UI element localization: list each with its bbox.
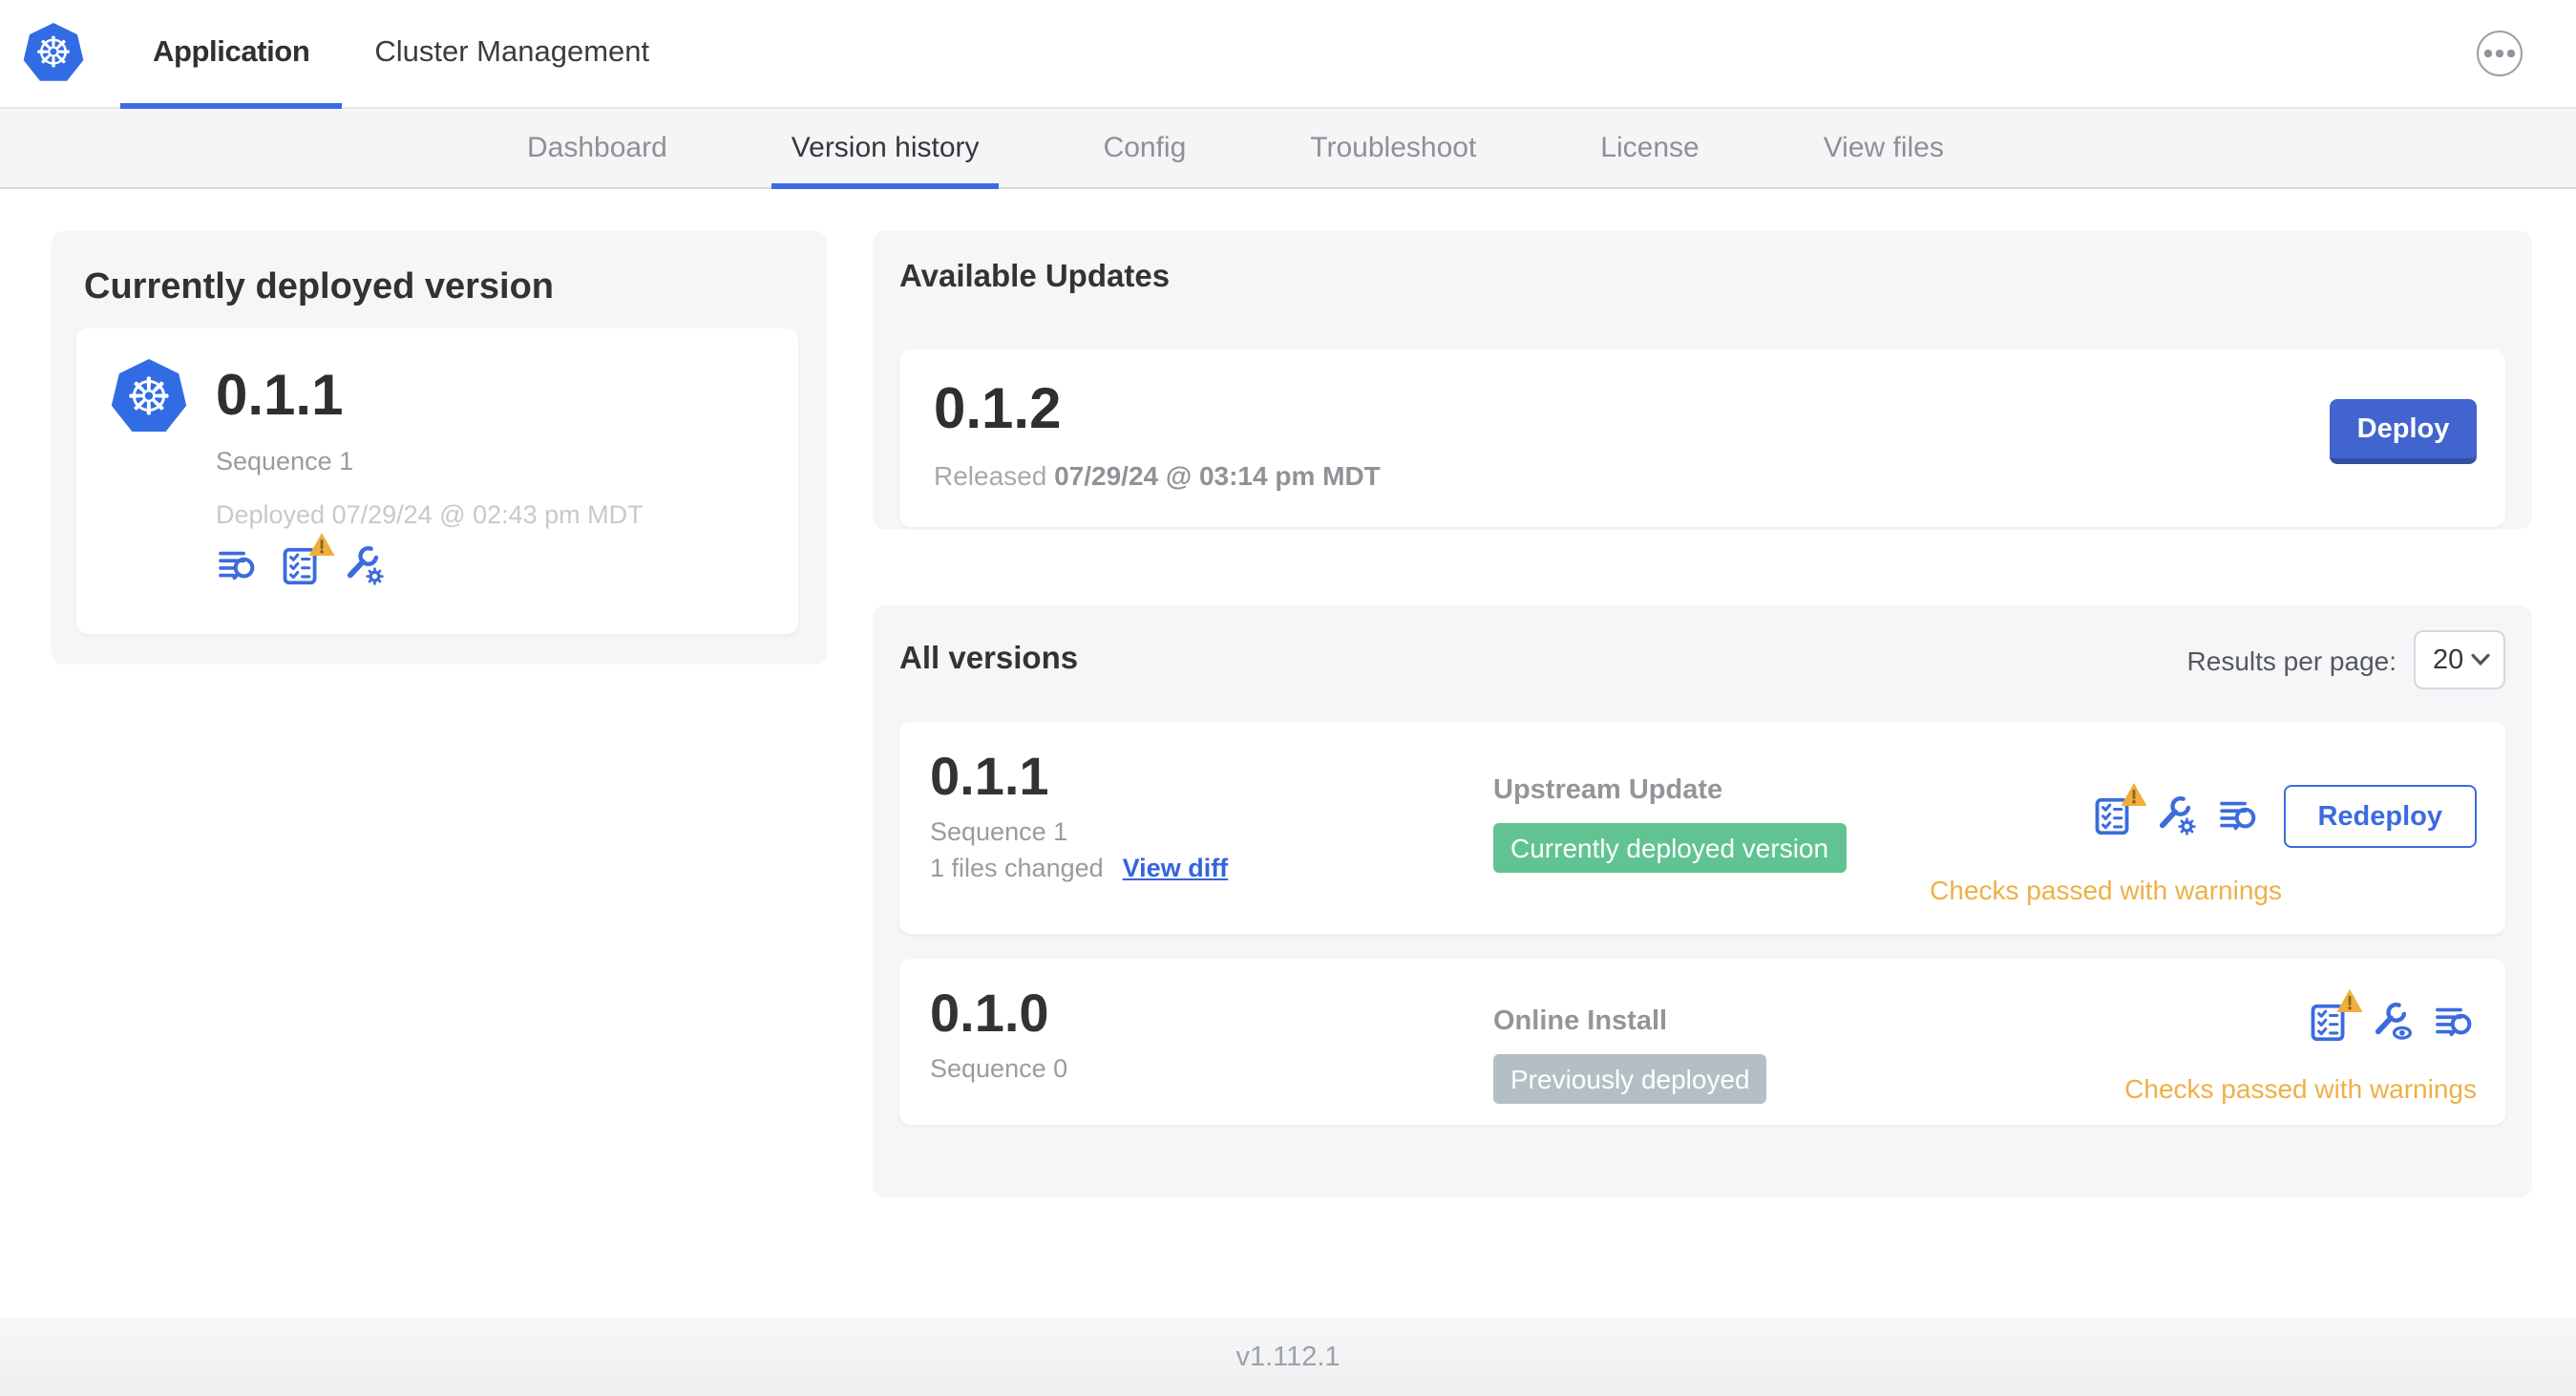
subnav-item-license[interactable]: License [1581, 109, 1718, 187]
all-versions-panel: All versions Results per page: 20 0.1.1 … [873, 605, 2532, 1197]
currently-deployed-badge: Currently deployed version [1493, 823, 1847, 873]
update-released-timestamp: Released 07/29/24 @ 03:14 pm MDT [934, 460, 1381, 491]
row-sequence: Sequence 0 [930, 1054, 1068, 1083]
view-diff-link[interactable]: View diff [1123, 854, 1229, 882]
current-version-number: 0.1.1 [216, 365, 344, 428]
warning-triangle-icon [2336, 989, 2363, 1012]
kubernetes-logo-icon: ☸ [23, 23, 84, 81]
redeploy-button[interactable]: Redeploy [2283, 785, 2477, 848]
app-footer: v1.112.1 [0, 1318, 2576, 1396]
row-version-number: 0.1.0 [930, 984, 1049, 1043]
app-root: ☸ Application Cluster Management Dashboa… [0, 0, 2576, 1396]
row-sequence: Sequence 1 [930, 817, 1068, 846]
warning-triangle-icon [308, 533, 335, 556]
subnav-item-view-files[interactable]: View files [1805, 109, 1963, 187]
config-view-icon[interactable] [2370, 1001, 2414, 1045]
release-notes-icon[interactable] [2216, 794, 2260, 838]
previously-deployed-badge: Previously deployed [1493, 1054, 1767, 1104]
row-source-label: Online Install [1493, 1006, 1668, 1037]
app-icon: ☸ [111, 359, 187, 432]
row-files-changed: 1 files changed View diff [930, 854, 1229, 882]
preflight-checks-warning-icon[interactable] [279, 533, 335, 588]
subnav-item-version-history[interactable]: Version history [771, 109, 1000, 189]
available-update-row: 0.1.2 Released 07/29/24 @ 03:14 pm MDT D… [899, 349, 2505, 527]
update-version-number: 0.1.2 [934, 378, 1062, 441]
preflight-status-text: Checks passed with warnings [1930, 875, 2282, 905]
ellipsis-icon [2484, 50, 2492, 57]
available-updates-title: Available Updates [899, 260, 1171, 294]
version-row-0-1-0: 0.1.0 Sequence 0 Online Install Previous… [899, 959, 2505, 1125]
results-per-page-select[interactable]: 20 [2414, 630, 2505, 689]
currently-deployed-title: Currently deployed version [84, 267, 555, 307]
version-row-0-1-1: 0.1.1 Sequence 1 1 files changed View dif… [899, 722, 2505, 934]
chevron-down-icon [2471, 653, 2490, 666]
subnav-item-dashboard[interactable]: Dashboard [508, 109, 686, 187]
row-version-number: 0.1.1 [930, 747, 1049, 806]
release-notes-icon[interactable] [216, 544, 260, 588]
preflight-checks-warning-icon[interactable] [2090, 783, 2146, 838]
release-notes-icon[interactable] [2433, 1001, 2477, 1045]
currently-deployed-card: ☸ 0.1.1 Sequence 1 Deployed 07/29/24 @ 0… [76, 328, 798, 634]
deploy-button[interactable]: Deploy [2330, 399, 2477, 464]
top-header: ☸ Application Cluster Management [0, 0, 2576, 109]
tab-application[interactable]: Application [120, 0, 343, 109]
row-source-label: Upstream Update [1493, 775, 1723, 806]
subnav-item-troubleshoot[interactable]: Troubleshoot [1291, 109, 1495, 187]
subnav-item-config[interactable]: Config [1085, 109, 1206, 187]
current-version-deployed-timestamp: Deployed 07/29/24 @ 02:43 pm MDT [216, 500, 644, 529]
config-gear-icon[interactable] [342, 544, 386, 588]
results-per-page-label: Results per page: [2186, 645, 2397, 675]
config-gear-icon[interactable] [2153, 794, 2197, 838]
console-version: v1.112.1 [1235, 1342, 1341, 1372]
all-versions-title: All versions [899, 642, 1079, 676]
current-version-sequence: Sequence 1 [216, 447, 354, 476]
more-menu-button[interactable] [2477, 31, 2523, 76]
tab-cluster-management[interactable]: Cluster Management [342, 0, 682, 107]
preflight-checks-warning-icon[interactable] [2307, 989, 2363, 1045]
available-updates-panel: Available Updates 0.1.2 Released 07/29/2… [873, 231, 2532, 529]
preflight-status-text: Checks passed with warnings [2124, 1073, 2477, 1104]
currently-deployed-panel: Currently deployed version ☸ 0.1.1 Seque… [52, 231, 827, 665]
warning-triangle-icon [2120, 783, 2146, 806]
app-subnav: Dashboard Version history Config Trouble… [0, 109, 2576, 189]
top-tabs: Application Cluster Management [120, 0, 682, 109]
